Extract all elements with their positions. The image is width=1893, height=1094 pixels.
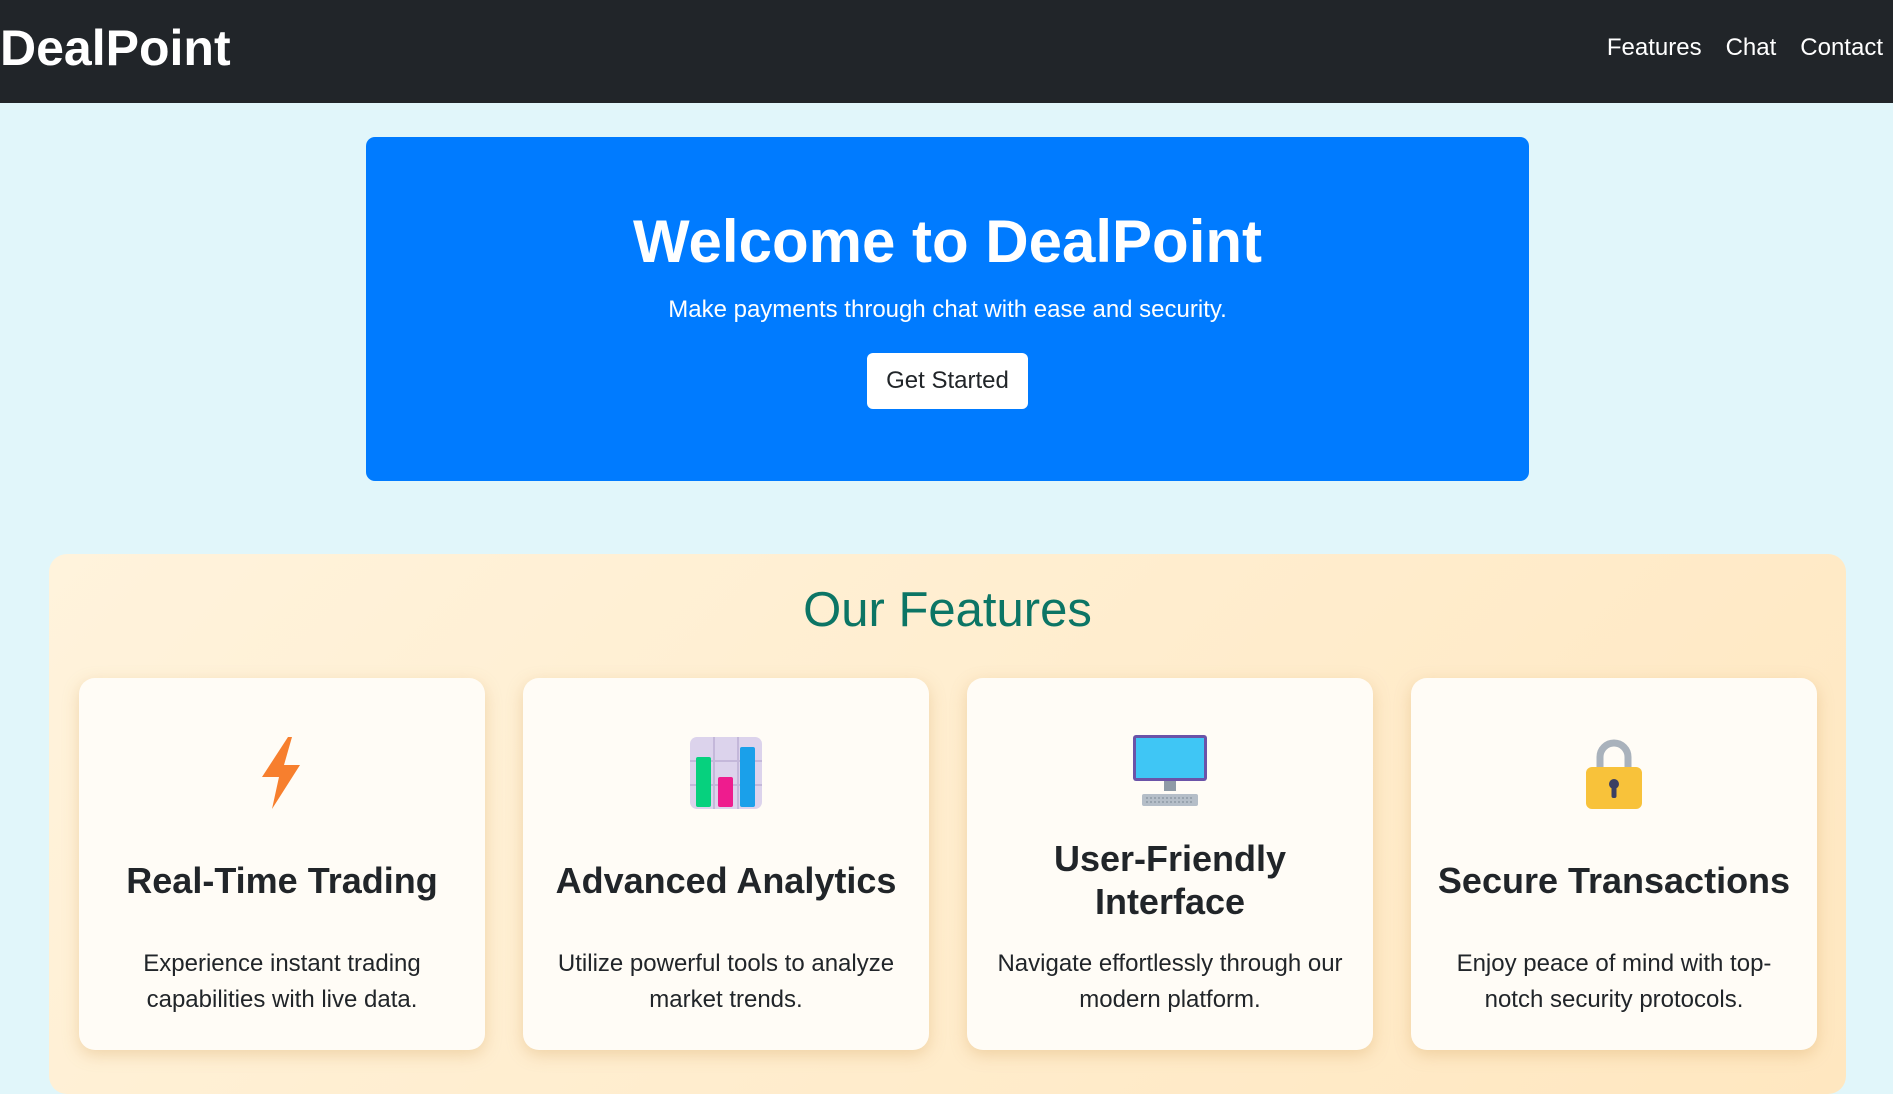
bar-chart-icon [686,733,766,813]
feature-card-secure-transactions: Secure Transactions Enjoy peace of mind … [1411,678,1817,1050]
navbar: DealPoint Features Chat Contact [0,0,1893,103]
computer-icon [1130,733,1210,813]
features-title: Our Features [803,583,1092,637]
feature-card-advanced-analytics: Advanced Analytics Utilize powerful tool… [523,678,929,1050]
nav-links: Features Chat Contact [1607,32,1883,64]
feature-card-user-friendly-interface: User-Friendly Interface Navigate effortl… [967,678,1373,1050]
feature-card-description: Utilize powerful tools to analyze market… [557,950,895,1013]
lightning-icon [242,733,322,813]
feature-card-real-time-trading: Real-Time Trading Experience instant tra… [79,678,485,1050]
hero-subtitle: Make payments through chat with ease and… [668,296,1227,323]
get-started-button[interactable]: Get Started [867,353,1028,409]
feature-card-title: Real-Time Trading [126,859,438,901]
hero-title: Welcome to DealPoint [632,208,1262,275]
nav-link-contact[interactable]: Contact [1800,32,1883,64]
nav-link-chat[interactable]: Chat [1726,32,1777,64]
feature-card-title: User-Friendly Interface [1053,838,1287,922]
nav-link-features[interactable]: Features [1607,32,1702,64]
brand-logo[interactable]: DealPoint [0,20,231,76]
feature-card-title: Secure Transactions [1437,859,1791,901]
feature-card-description: Enjoy peace of mind with top-notch secur… [1456,950,1772,1013]
hero-banner: Welcome to DealPoint Make payments throu… [366,137,1529,481]
lock-icon [1574,733,1654,813]
feature-card-description: Experience instant trading capabilities … [143,950,421,1013]
feature-card-title: Advanced Analytics [555,859,897,901]
features-section: Our Features Real-Time Trading Experienc… [49,554,1846,1094]
feature-card-description: Navigate effortlessly through our modern… [997,950,1343,1013]
